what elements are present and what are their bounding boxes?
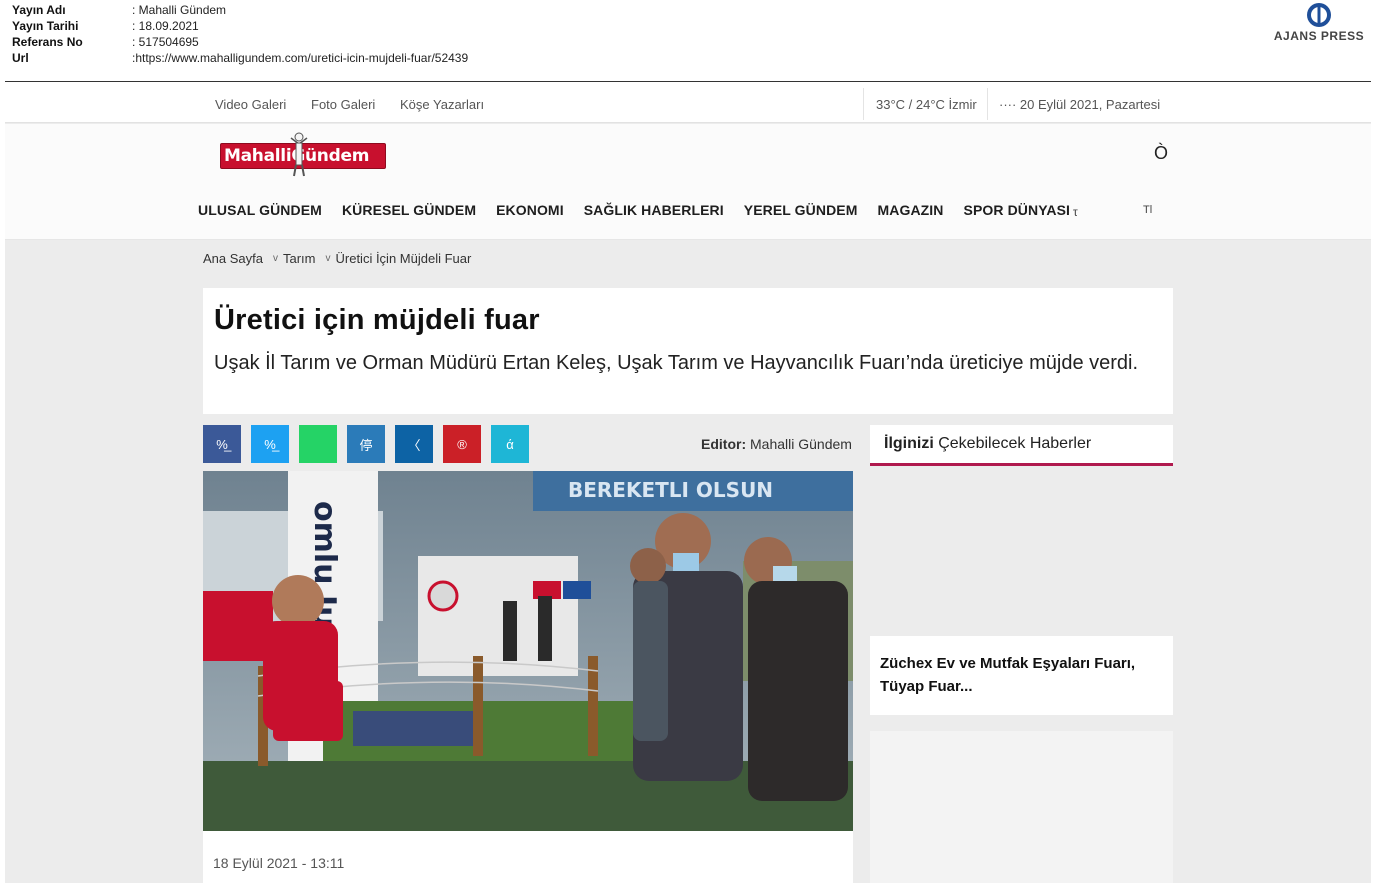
website-frame: Video Galeri Foto Galeri Köşe Yazarları … xyxy=(5,82,1371,883)
related-news-image[interactable] xyxy=(870,466,1173,636)
meta-value: : 517504695 xyxy=(132,35,199,49)
meta-value: : Mahalli Gündem xyxy=(132,3,227,17)
chevron-down-icon: v xyxy=(325,253,331,264)
related-news-card[interactable] xyxy=(870,731,1173,883)
telegram-icon: 〈 xyxy=(407,437,421,453)
meta-row-url: Url :https://www.mahalligundem.com/ureti… xyxy=(12,50,468,66)
pinterest-icon: ® xyxy=(457,436,467,452)
banner-text: BEREKETLI OLSUN xyxy=(568,478,773,502)
main-nav: ULUSAL GÜNDEM KÜRESEL GÜNDEM EKONOMI SAĞ… xyxy=(198,202,1090,218)
divider xyxy=(863,88,864,120)
meta-value: :https://www.mahalligundem.com/uretici-i… xyxy=(132,51,469,65)
divider xyxy=(987,88,988,120)
related-news-title[interactable]: Züchex Ev ve Mutfak Eşyaları Fuarı, Tüya… xyxy=(870,636,1173,715)
agency-logo: AJANS PRESS xyxy=(1271,2,1367,43)
sidebar-related: İlginizi Çekebilecek Haberler Züchex Ev … xyxy=(870,425,1173,883)
editor-name: Mahalli Gündem xyxy=(750,436,852,452)
top-bar: Video Galeri Foto Galeri Köşe Yazarları … xyxy=(5,82,1371,123)
top-link-columnists[interactable]: Köşe Yazarları xyxy=(400,97,484,112)
article-title: Üretici için müjdeli fuar xyxy=(214,304,540,336)
meta-label: Yayın Tarihi xyxy=(12,19,79,33)
meta-label: Url xyxy=(12,51,29,65)
site-logo[interactable]: MahalliGündem xyxy=(220,132,388,178)
meta-label: Referans No xyxy=(12,35,83,49)
site-header: MahalliGündem Ò ULUSAL GÜNDEM KÜRESEL GÜ… xyxy=(5,124,1371,240)
twitter-share-button[interactable]: %̲ xyxy=(251,425,289,463)
clipping-metadata: Yayın Adı : Mahalli Gündem Yayın Tarihi … xyxy=(12,2,468,66)
meta-value: : 18.09.2021 xyxy=(132,19,199,33)
telegram-share-button[interactable]: 〈 xyxy=(395,425,433,463)
agency-mark-icon xyxy=(1307,3,1331,27)
nav-item-saglik-haberleri[interactable]: SAĞLIK HABERLERI xyxy=(584,202,724,218)
agency-name: AJANS PRESS xyxy=(1273,29,1365,43)
breadcrumb-category[interactable]: Tarım xyxy=(283,251,316,266)
linkedin-icon: 停 xyxy=(359,437,373,453)
chevron-down-icon: v xyxy=(273,253,278,264)
nav-item-ekonomi[interactable]: EKONOMI xyxy=(496,202,564,218)
article-photo: BEREKETLI OLSUN omlu Jusnl xyxy=(203,471,853,831)
logo-figure-icon xyxy=(290,132,308,177)
sidebar-heading: İlginizi Çekebilecek Haberler xyxy=(870,425,1173,466)
meta-row-date: Yayın Tarihi : 18.09.2021 xyxy=(12,18,468,34)
facebook-share-button[interactable]: %̲ xyxy=(203,425,241,463)
nav-item-spor-dunyasi[interactable]: SPOR DÜNYASI xyxy=(964,202,1071,218)
twitter-icon: %̲ xyxy=(264,436,276,452)
breadcrumb: Ana Sayfa v Tarım v Üretici İçin Müjdeli… xyxy=(203,251,471,266)
editor-label: Editor: xyxy=(701,436,747,452)
whatsapp-share-button[interactable] xyxy=(299,425,337,463)
meta-row-publication: Yayın Adı : Mahalli Gündem xyxy=(12,2,468,18)
article-header: Üretici için müjdeli fuar Uşak İl Tarım … xyxy=(203,288,1173,414)
top-link-video-gallery[interactable]: Video Galeri xyxy=(215,97,286,112)
article-date: 18 Eylül 2021 - 13:11 xyxy=(213,855,345,871)
nav-item-yerel-gundem[interactable]: YEREL GÜNDEM xyxy=(744,202,858,218)
breadcrumb-home[interactable]: Ana Sayfa xyxy=(203,251,263,266)
menu-toggle-icon[interactable]: Tl xyxy=(1143,204,1152,216)
weather-info: 33°C / 24°C İzmir xyxy=(876,97,977,112)
nav-item-kuresel-gundem[interactable]: KÜRESEL GÜNDEM xyxy=(342,202,476,218)
sidebar-heading-bold: İlginizi xyxy=(884,435,934,452)
sidebar-heading-rest: Çekebilecek Haberler xyxy=(933,435,1092,452)
nav-item-ulusal-gundem[interactable]: ULUSAL GÜNDEM xyxy=(198,202,322,218)
top-link-photo-gallery[interactable]: Foto Galeri xyxy=(311,97,375,112)
article-summary: Uşak İl Tarım ve Orman Müdürü Ertan Kele… xyxy=(214,352,1139,374)
linkedin-share-button[interactable]: 停 xyxy=(347,425,385,463)
fair-scene-image: BEREKETLI OLSUN omlu Jusnl xyxy=(203,471,853,831)
email-share-button[interactable]: ά xyxy=(491,425,529,463)
email-icon: ά xyxy=(506,436,514,452)
pinterest-share-button[interactable]: ® xyxy=(443,425,481,463)
article-date-card: 18 Eylül 2021 - 13:11 xyxy=(203,831,853,883)
meta-label: Yayın Adı xyxy=(12,3,66,17)
facebook-icon: %̲ xyxy=(216,436,228,452)
nav-more-icon[interactable]: τ xyxy=(1073,205,1078,219)
current-date: ···· 20 Eylül 2021, Pazartesi xyxy=(999,97,1161,112)
search-button[interactable]: Ò xyxy=(1154,143,1168,164)
share-bar: %̲ %̲ 停 〈 ® ά xyxy=(203,425,539,463)
article-editor: Editor: Mahalli Gündem xyxy=(701,436,852,452)
nav-item-magazin[interactable]: MAGAZIN xyxy=(877,202,943,218)
breadcrumb-current[interactable]: Üretici İçin Müjdeli Fuar xyxy=(336,251,472,266)
meta-row-reference: Referans No : 517504695 xyxy=(12,34,468,50)
